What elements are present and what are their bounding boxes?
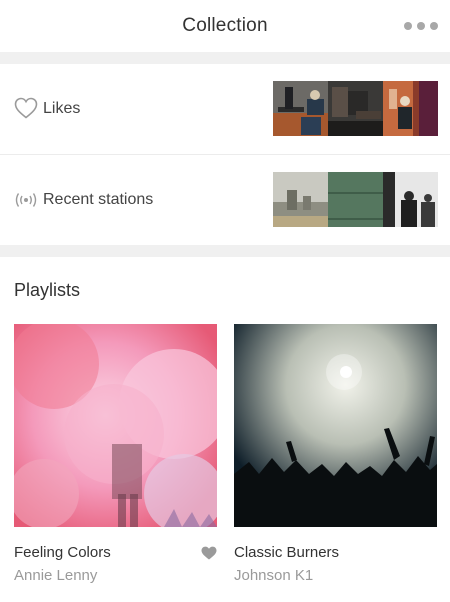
playlist-cover bbox=[14, 324, 217, 527]
recent-stations-row[interactable]: Recent stations bbox=[0, 155, 450, 245]
likes-thumbnail bbox=[328, 81, 383, 136]
playlist-title: Classic Burners bbox=[234, 544, 340, 561]
playlist-title: Feeling Colors bbox=[14, 544, 111, 561]
section-divider bbox=[0, 52, 450, 64]
playlist-card[interactable]: Classic Burners Johnson K1 bbox=[234, 324, 437, 584]
likes-thumbnail bbox=[383, 81, 438, 136]
likes-row[interactable]: Likes bbox=[0, 64, 450, 154]
section-divider bbox=[0, 245, 450, 257]
station-thumbnail bbox=[273, 172, 328, 227]
heart-filled-icon[interactable] bbox=[201, 546, 217, 560]
recent-stations-label: Recent stations bbox=[43, 191, 154, 208]
likes-thumbnails bbox=[273, 81, 438, 136]
likes-label: Likes bbox=[43, 100, 81, 117]
playlist-cover bbox=[234, 324, 437, 527]
more-dots-icon bbox=[404, 22, 412, 30]
radio-station-icon bbox=[15, 193, 37, 207]
app-header: Collection bbox=[0, 0, 450, 52]
heart-outline-icon bbox=[14, 97, 38, 119]
station-thumbnail bbox=[328, 172, 383, 227]
playlist-artist: Johnson K1 bbox=[234, 567, 314, 584]
station-thumbnail bbox=[383, 172, 438, 227]
more-options-button[interactable] bbox=[404, 14, 438, 38]
likes-thumbnail bbox=[273, 81, 328, 136]
page-title: Collection bbox=[182, 15, 268, 36]
recent-stations-thumbnails bbox=[273, 172, 438, 227]
more-dots-icon bbox=[430, 22, 438, 30]
playlists-heading: Playlists bbox=[14, 280, 81, 300]
playlist-artist: Annie Lenny bbox=[14, 567, 98, 584]
more-dots-icon bbox=[417, 22, 425, 30]
playlist-card[interactable]: Feeling Colors Annie Lenny bbox=[14, 324, 217, 584]
